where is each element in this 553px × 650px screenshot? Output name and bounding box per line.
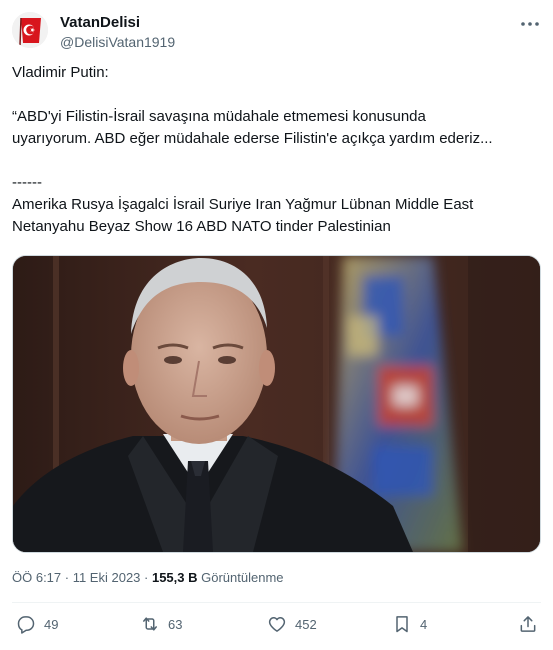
more-dots-icon: [521, 22, 539, 26]
meta-separator: ·: [61, 570, 73, 585]
like-count: 452: [295, 616, 317, 632]
divider: [12, 602, 541, 603]
tweet-line: Amerika Rusya İşagalci İsrail Suriye Ira…: [12, 196, 474, 213]
tweet-line: Netanyahu Beyaz Show 16 ABD NATO tinder …: [12, 218, 391, 235]
bookmark-icon: [396, 616, 408, 633]
avatar[interactable]: [12, 12, 48, 48]
tweet-header: VatanDelisi @DelisiVatan1919: [12, 10, 541, 54]
turkish-flag-icon: [12, 12, 48, 48]
tweet-line: “ABD'yi Filistin-İsrail savaşına müdahal…: [12, 108, 426, 125]
tweet-line: uyarıyorum. ABD eğer müdahale ederse Fil…: [12, 130, 493, 147]
tweet-meta: ÖÖ 6:17 · 11 Eki 2023 · 155,3 B Görüntül…: [12, 570, 284, 585]
tweet-media-image[interactable]: [12, 255, 541, 553]
views-count: 155,3 B: [151, 570, 198, 585]
action-bar: 49 63 452 4: [12, 604, 541, 648]
repost-icon: [143, 617, 157, 631]
like-button[interactable]: 452: [267, 614, 317, 634]
tweet-date[interactable]: 11 Eki 2023: [73, 570, 141, 585]
tweet-line-gap: [12, 84, 541, 106]
user-handle[interactable]: @DelisiVatan1919: [60, 34, 175, 50]
reply-icon: [17, 616, 35, 634]
share-icon: [520, 616, 536, 632]
bookmark-button[interactable]: 4: [392, 614, 427, 634]
reply-button[interactable]: 49: [16, 614, 58, 634]
heart-icon: [268, 617, 286, 632]
user-display-name[interactable]: VatanDelisi: [60, 14, 140, 31]
tweet-text: Vladimir Putin: “ABD'yi Filistin-İsrail …: [12, 62, 541, 238]
tweet-line: ------: [12, 174, 42, 191]
meta-separator: ·: [140, 570, 152, 585]
tweet-time[interactable]: ÖÖ 6:17: [12, 570, 61, 585]
reply-count: 49: [44, 616, 59, 632]
tweet-line-gap: [12, 150, 541, 172]
repost-count: 63: [168, 616, 183, 632]
more-options-button[interactable]: [519, 14, 541, 34]
views-label: Görüntülenme: [197, 570, 284, 585]
share-button[interactable]: [518, 614, 538, 634]
bookmark-count: 4: [420, 616, 428, 632]
tweet-line: Vladimir Putin:: [12, 64, 109, 81]
photo-of-man-in-suit: [13, 256, 540, 552]
repost-button[interactable]: 63: [140, 614, 182, 634]
